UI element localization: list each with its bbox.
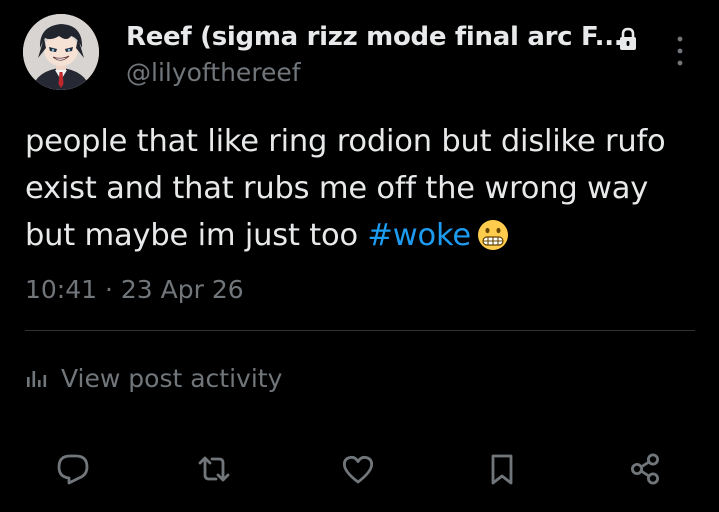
grimacing-face-emoji-icon [477,220,508,250]
action-bar [0,445,719,493]
heart-icon [342,455,374,484]
speech-bubble-icon [57,454,89,485]
lock-icon [620,27,636,50]
hashtag-link[interactable]: #woke [367,218,471,253]
share-button[interactable] [621,445,669,493]
reply-button[interactable] [49,445,97,493]
analytics-icon [27,371,47,387]
author-handle[interactable]: @lilyofthereef [126,58,301,87]
avatar[interactable] [23,14,99,90]
view-post-activity-label: View post activity [61,363,283,393]
author-display-name[interactable]: Reef (sigma rizz mode final arc F... [126,22,624,52]
post-text: people that like ring rodion but dislike… [25,118,705,259]
like-button[interactable] [334,445,382,493]
divider [25,330,695,331]
more-options-icon[interactable] [670,33,690,69]
share-nodes-icon [631,453,659,485]
bookmark-icon [491,454,513,485]
view-post-activity-link[interactable]: View post activity [25,360,282,396]
repost-button[interactable] [190,445,238,493]
post-text-content: people that like ring rodion but dislike… [25,124,666,253]
bookmark-button[interactable] [478,445,526,493]
repost-arrows-icon [198,456,230,482]
post-timestamp[interactable]: 10:41 · 23 Apr 26 [25,275,244,304]
